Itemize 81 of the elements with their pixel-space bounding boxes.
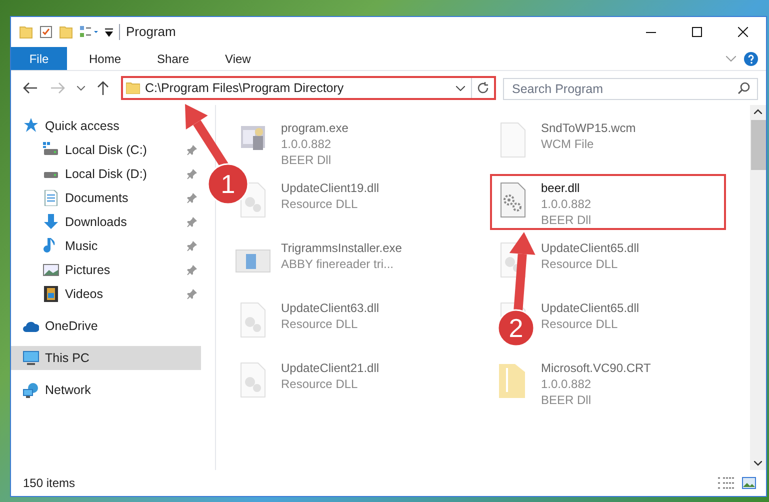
refresh-icon[interactable] [477, 82, 489, 94]
customize-toolbar-icon [105, 27, 113, 37]
scroll-up-icon[interactable] [754, 109, 762, 114]
large-icons-view-icon[interactable] [742, 477, 756, 489]
sidebar-item[interactable]: Documents [11, 186, 201, 210]
file-menu-button[interactable]: File [11, 47, 67, 70]
search-field[interactable]: Search Program [503, 78, 758, 100]
details-view-icon[interactable] [718, 477, 734, 489]
file-name: SndToWP15.wcm [541, 120, 636, 136]
scrollbar-thumb[interactable] [750, 120, 766, 170]
view-options-icon [79, 25, 99, 39]
file-detail: Resource DLL [281, 196, 359, 212]
sidebar-item[interactable]: Quick access [11, 114, 128, 138]
file-detail: Resource DLL [281, 376, 359, 392]
search-icon [738, 82, 750, 94]
network-icon [23, 382, 39, 398]
file-name: UpdateClient19.dll [281, 180, 380, 196]
pin-icon [187, 265, 197, 275]
document-icon [43, 190, 59, 206]
scroll-down-icon[interactable] [754, 461, 762, 466]
file-name: program.exe [281, 120, 348, 136]
item-count: 150 items [23, 475, 76, 492]
file-detail: 1.0.0.882 [541, 376, 592, 392]
file-name: UpdateClient65.dll [541, 300, 640, 316]
file-detail: Resource DLL [541, 316, 619, 332]
file-detail: Resource DLL [281, 316, 359, 332]
down-arrow-icon [43, 214, 59, 230]
monitor-icon [23, 350, 39, 366]
ribbon-tab[interactable]: Home [75, 47, 136, 70]
sidebar-item[interactable]: Local Disk (C:) [11, 138, 201, 162]
picture-icon [43, 262, 59, 278]
step-number-badge: 1 [207, 163, 249, 205]
sidebar-item[interactable]: Local Disk (D:) [11, 162, 201, 186]
sidebar-item[interactable]: Pictures [11, 258, 201, 282]
file-detail: WCM File [541, 136, 595, 152]
star-icon [23, 118, 39, 134]
scrollbar[interactable] [750, 105, 766, 470]
back-arrow-icon[interactable] [23, 82, 37, 94]
dropdown-caret-icon[interactable] [77, 86, 85, 90]
sidebar-item[interactable]: Music [11, 234, 201, 258]
maximize-icon [692, 27, 702, 37]
folder-icon [19, 25, 33, 39]
pin-icon [187, 241, 197, 251]
file-name: UpdateClient21.dll [281, 360, 380, 376]
file-name: UpdateClient63.dll [281, 300, 380, 316]
properties-icon [39, 25, 53, 39]
file-name: Microsoft.VC90.CRT [541, 360, 651, 376]
step-number-badge: 2 [497, 309, 535, 347]
drive-icon [43, 142, 59, 158]
file-detail: ABBY finereader tri... [281, 256, 394, 272]
chevron-down-icon[interactable] [726, 56, 736, 62]
file-name: TrigrammsInstaller.exe [281, 240, 402, 256]
ribbon-tab[interactable]: View [211, 47, 265, 70]
sidebar-item[interactable]: Network [11, 378, 99, 402]
pin-icon [187, 193, 197, 203]
window-title: Program [126, 23, 176, 42]
file-detail: 1.0.0.882 [541, 196, 592, 212]
dropdown-caret-icon[interactable] [456, 86, 465, 90]
file-detail: 1.0.0.882 [281, 136, 332, 152]
file-detail: BEER Dll [281, 152, 332, 168]
sidebar-item[interactable]: This PC [11, 346, 201, 370]
pin-icon [187, 169, 197, 179]
close-icon [738, 27, 748, 37]
file-detail: Resource DLL [541, 256, 619, 272]
up-arrow-icon[interactable] [97, 81, 109, 95]
pin-icon [187, 145, 197, 155]
sidebar-item[interactable]: OneDrive [11, 314, 106, 338]
help-icon[interactable] [744, 52, 758, 66]
pin-icon [187, 289, 197, 299]
address-bar[interactable]: C:\Program Files\Program Directory [121, 76, 496, 100]
ribbon-tab[interactable]: Share [143, 47, 204, 70]
pin-icon [187, 217, 197, 227]
new-folder-icon [59, 25, 73, 39]
film-icon [43, 286, 59, 302]
sidebar-item[interactable]: Downloads [11, 210, 201, 234]
folder-icon [126, 82, 140, 94]
file-detail: BEER Dll [541, 392, 592, 408]
file-name: UpdateClient65.dll [541, 240, 640, 256]
file-detail: BEER Dll [541, 212, 592, 228]
file-name: beer.dll [541, 180, 581, 196]
sidebar-item[interactable]: Videos [11, 282, 201, 306]
